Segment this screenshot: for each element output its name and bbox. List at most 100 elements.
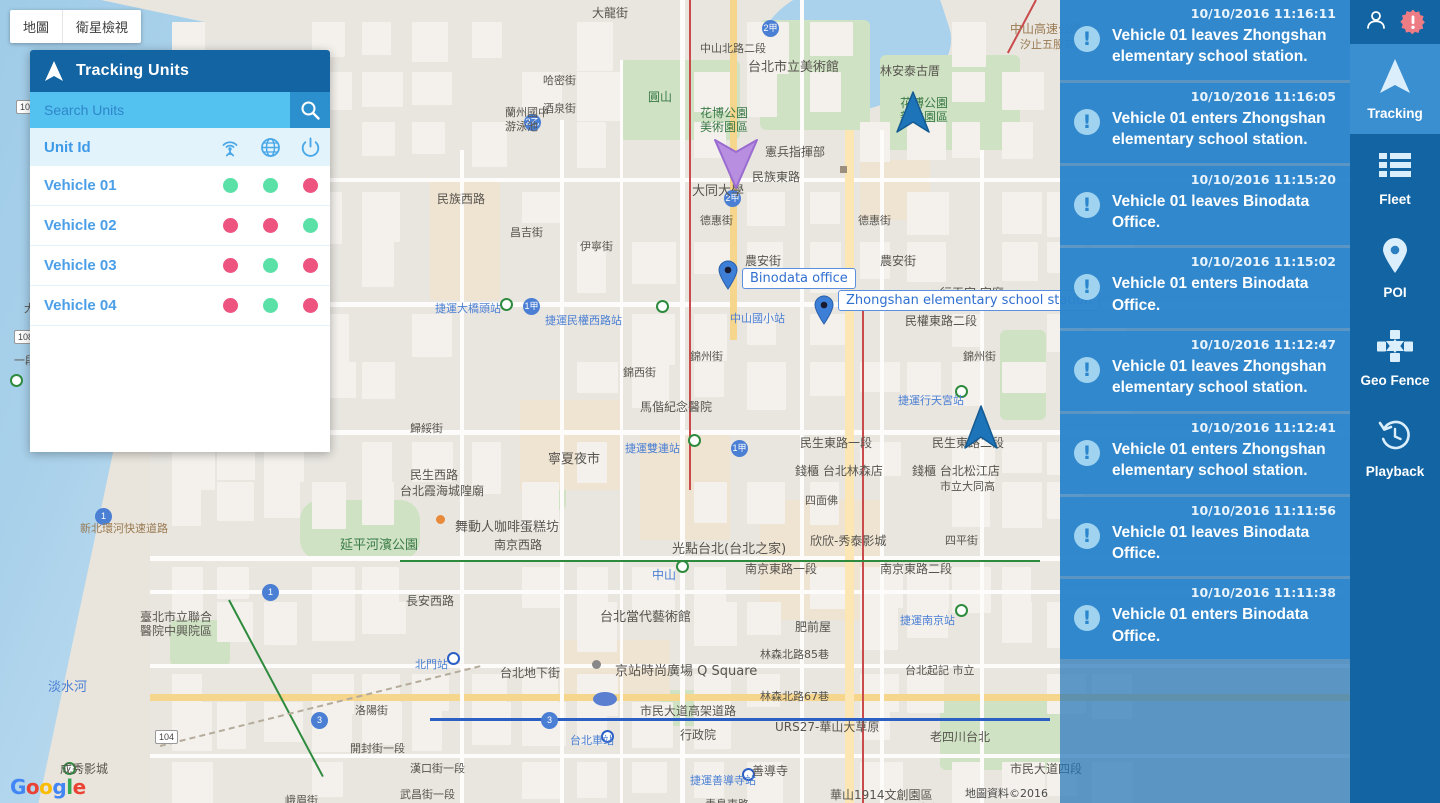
table-row[interactable]: Vehicle 03 [30,246,330,286]
page-title: Tracking Units [76,62,190,79]
notification-body: ! Vehicle 01 leaves Binodata Office. [1074,522,1336,565]
notification-body: ! Vehicle 01 enters Zhongshan elementary … [1074,108,1336,151]
notification-body: ! Vehicle 01 enters Binodata Office. [1074,604,1336,647]
map-block [747,762,784,803]
status-badge [262,258,278,273]
google-logo-letter: G [10,775,26,799]
map-block [952,482,990,528]
nav-item-geo-fence[interactable]: Geo Fence [1350,314,1440,404]
notification-body: ! Vehicle 01 enters Binodata Office. [1074,273,1336,316]
notification-item[interactable]: 10/10/2016 11:11:56! Vehicle 01 leaves Bi… [1060,496,1350,577]
map-block [430,180,500,300]
notifications-panel[interactable]: 10/10/2016 11:16:11! Vehicle 01 leaves Zh… [1060,0,1350,803]
search-input[interactable] [30,92,290,128]
binodata-office-label[interactable]: Binodata office [742,268,856,289]
status-badge [302,258,318,273]
map-block [362,22,391,55]
map-type-map[interactable]: 地圖 [10,10,62,43]
column-header-network[interactable] [250,137,290,158]
search-button[interactable] [290,92,330,128]
map-block [312,602,355,641]
notification-item[interactable]: 10/10/2016 11:12:41! Vehicle 01 enters Zh… [1060,413,1350,494]
map-road [980,150,984,803]
nav-rail-top [1350,0,1440,44]
map-block [632,702,673,748]
map-block [217,567,249,599]
status-network-cell [250,298,290,313]
map-block [1002,192,1042,235]
nav-item-playback[interactable]: Playback [1350,404,1440,494]
table-row[interactable]: Vehicle 01 [30,166,330,206]
unit-id-cell[interactable]: Vehicle 02 [44,217,210,234]
status-antenna-cell [210,218,250,233]
notification-item[interactable]: 10/10/2016 11:15:20! Vehicle 01 leaves Bi… [1060,165,1350,246]
vehicle-arrow-blue-2[interactable] [964,404,998,455]
map-type-satellite[interactable]: 衛星檢視 [62,10,141,43]
map-type-control[interactable]: 地圖 衛星檢視 [10,10,142,43]
notification-message: Vehicle 01 leaves Zhongshan elementary s… [1112,358,1327,397]
unit-id-cell[interactable]: Vehicle 04 [44,297,210,314]
search-bar [30,92,330,128]
map-block [1002,602,1032,643]
map-rail-green [400,560,680,562]
map-block [632,762,667,793]
alert-exclamation-icon: ! [1074,605,1100,632]
map-block [860,242,891,280]
notification-item[interactable]: 10/10/2016 11:16:11! Vehicle 01 leaves Zh… [1060,0,1350,80]
status-badge [262,218,278,233]
zhongshan-station-pin[interactable] [814,295,834,330]
notification-body: ! Vehicle 01 leaves Zhongshan elementary … [1074,25,1336,68]
map-block [577,442,607,484]
alert-exclamation-icon: ! [1074,439,1100,466]
tracking-app: 104 108 104 1 1 3 3 2甲 2乙 2甲 1甲 1甲 大龍街 中山… [0,0,1440,803]
map-block [694,482,728,524]
notification-item[interactable]: 10/10/2016 11:16:05! Vehicle 01 enters Zh… [1060,82,1350,163]
navigation-arrow-icon [1378,57,1412,100]
map-rail-red [862,300,864,803]
mrt-station-dot [955,604,968,617]
map-block [577,22,613,72]
column-header-antenna[interactable] [210,136,250,158]
vehicle-arrow-blue-1[interactable] [896,90,930,139]
map-block [860,602,898,651]
notification-timestamp: 10/10/2016 11:15:02 [1190,254,1336,270]
notification-item[interactable]: 10/10/2016 11:12:47! Vehicle 01 leaves Zh… [1060,331,1350,411]
map-block [747,192,786,227]
unit-id-cell[interactable]: Vehicle 03 [44,257,210,274]
nav-item-tracking[interactable]: Tracking [1350,44,1440,134]
notification-item[interactable]: 10/10/2016 11:15:02 ! Vehicle 01 enters Bi… [1060,248,1350,328]
nav-item-poi[interactable]: POI [1350,224,1440,314]
notification-timestamp: 10/10/2016 11:12:41 [1190,419,1336,435]
binodata-office-pin[interactable] [718,260,738,295]
status-badge [302,178,318,193]
map-block [412,702,442,751]
highway-shield: 104 [155,730,179,744]
user-account-icon[interactable] [1364,8,1388,37]
map-block [472,442,501,494]
map-pin-icon [1381,238,1409,279]
column-header-power[interactable] [290,137,330,158]
map-block [264,482,301,518]
map-rail-blue [430,718,1050,721]
map-block [412,314,453,357]
nav-item-label: Playback [1365,464,1425,479]
map-block [952,362,983,406]
map-block [694,314,728,361]
nav-item-fleet[interactable]: Fleet [1350,134,1440,224]
status-power-cell [290,298,330,313]
map-poi-square [840,166,847,173]
status-antenna-cell [210,258,250,273]
route-shield: 3 [311,712,328,729]
status-badge [222,298,238,313]
alert-exclamation-badge-icon[interactable] [1400,9,1426,35]
map-block [362,702,403,745]
table-row[interactable]: Vehicle 04 [30,286,330,326]
table-row[interactable]: Vehicle 02 [30,206,330,246]
mrt-station-dot [63,762,76,775]
vehicle-arrow-purple[interactable] [712,136,760,197]
map-block [952,22,986,67]
units-table-body: Vehicle 01 Vehicle 02 Vehicle 03 Vehicle 04 [30,166,330,326]
notification-timestamp: 10/10/2016 11:12:47 [1190,337,1336,352]
unit-id-cell[interactable]: Vehicle 01 [44,177,210,194]
notification-item[interactable]: 10/10/2016 11:11:38! Vehicle 01 enters Bi… [1060,579,1350,659]
